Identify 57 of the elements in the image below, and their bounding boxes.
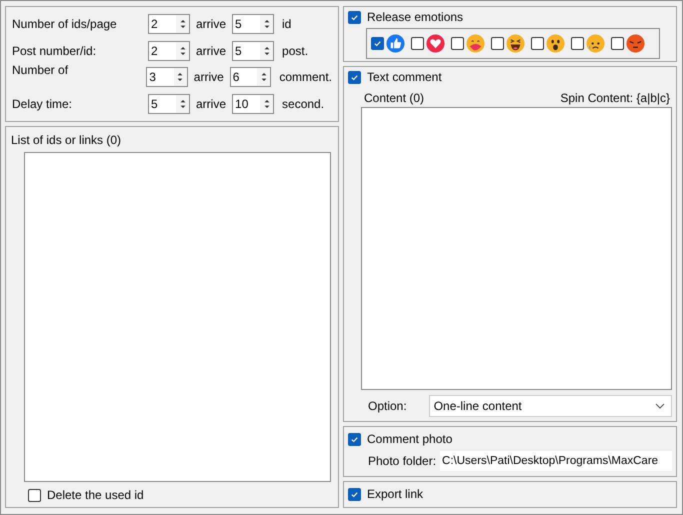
range-joiner: arrive bbox=[196, 16, 226, 31]
checkbox[interactable] bbox=[531, 37, 544, 50]
field-label: Delay time: bbox=[12, 97, 74, 112]
check-icon bbox=[350, 72, 359, 82]
unit-label: comment. bbox=[279, 70, 332, 84]
option-dropdown[interactable]: One-line content bbox=[428, 395, 672, 417]
checkbox[interactable] bbox=[371, 37, 384, 50]
checkbox[interactable] bbox=[348, 488, 361, 500]
number-spinner[interactable]: 5 bbox=[232, 14, 274, 34]
checkbox[interactable] bbox=[348, 432, 361, 446]
checkbox-label: Export link bbox=[367, 487, 424, 501]
check-icon bbox=[373, 39, 382, 48]
checkbox[interactable] bbox=[571, 37, 584, 50]
number-spinner[interactable]: 2 bbox=[148, 40, 190, 61]
wow-reaction-icon bbox=[546, 34, 565, 53]
range-joiner: arrive bbox=[196, 97, 226, 112]
angry-reaction-icon bbox=[626, 34, 645, 53]
check-icon bbox=[350, 490, 359, 498]
field-label: Number of bbox=[12, 62, 70, 76]
checkbox-label: Release emotions bbox=[367, 10, 464, 24]
love-reaction-icon bbox=[426, 34, 445, 53]
content-label: Content (0) bbox=[364, 91, 424, 105]
checkbox[interactable] bbox=[611, 37, 624, 50]
spin-hint: Spin Content: {a|b|c} bbox=[560, 91, 670, 105]
field-label: Post number/id: bbox=[12, 44, 98, 58]
care-reaction-icon bbox=[466, 34, 485, 53]
checkbox-label: Delete the used id bbox=[47, 488, 144, 502]
range-joiner: arrive bbox=[194, 70, 224, 84]
number-spinner[interactable]: 5 bbox=[148, 94, 190, 114]
number-spinner[interactable]: 2 bbox=[148, 14, 190, 34]
field-label: Number of ids/page bbox=[12, 16, 118, 31]
sad-reaction-icon bbox=[586, 34, 605, 53]
check-icon bbox=[350, 434, 359, 444]
checkbox[interactable] bbox=[491, 37, 504, 50]
checkbox[interactable] bbox=[411, 37, 424, 50]
folder-path-field[interactable]: C:\Users\Pati\Desktop\Programs\MaxCare bbox=[440, 451, 672, 471]
number-spinner[interactable]: 5 bbox=[232, 40, 274, 61]
unit-label: second. bbox=[282, 97, 324, 112]
checkbox[interactable] bbox=[348, 10, 361, 24]
number-spinner[interactable]: 6 bbox=[230, 67, 272, 88]
checkbox-label: Comment photo bbox=[367, 432, 452, 446]
unit-label: id bbox=[282, 16, 292, 31]
option-label: Option: bbox=[368, 399, 407, 413]
check-icon bbox=[350, 12, 359, 22]
number-spinner[interactable]: 3 bbox=[146, 67, 188, 88]
chevron-down-icon bbox=[655, 403, 665, 409]
folder-label: Photo folder: bbox=[368, 454, 436, 468]
like-reaction-icon bbox=[386, 34, 405, 53]
checkbox[interactable] bbox=[348, 70, 361, 84]
list-title: List of ids or links (0) bbox=[11, 133, 122, 147]
range-joiner: arrive bbox=[196, 44, 226, 58]
checkbox-label: Text comment bbox=[367, 70, 442, 84]
checkbox[interactable] bbox=[28, 488, 41, 502]
checkbox[interactable] bbox=[451, 37, 464, 50]
haha-reaction-icon bbox=[506, 34, 525, 53]
unit-label: post. bbox=[282, 44, 308, 58]
number-spinner[interactable]: 10 bbox=[232, 94, 274, 114]
